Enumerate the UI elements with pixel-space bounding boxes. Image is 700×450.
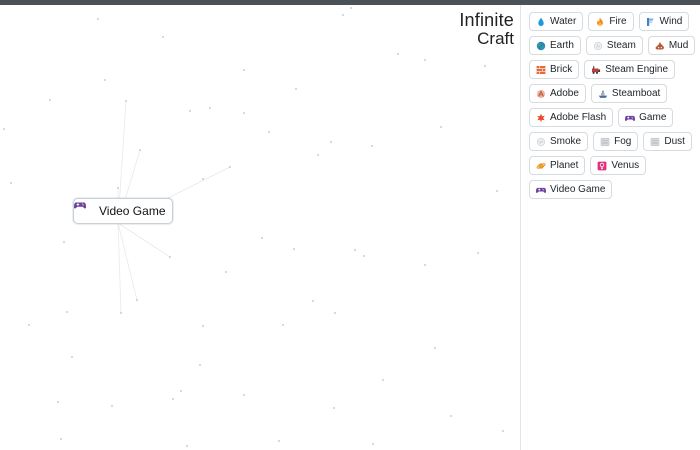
item-steamboat[interactable]: Steamboat xyxy=(590,84,668,103)
mud-icon xyxy=(655,41,665,51)
steamboat-icon xyxy=(598,89,608,99)
adobe-icon xyxy=(536,89,546,99)
item-label: Smoke xyxy=(550,136,582,147)
smoke-icon xyxy=(536,137,546,147)
item-venus[interactable]: Venus xyxy=(590,156,647,175)
canvas-item-video-game[interactable]: Video Game xyxy=(73,198,173,224)
dust-icon xyxy=(650,137,660,147)
item-label: Dust xyxy=(664,136,685,147)
item-mud[interactable]: Mud xyxy=(647,36,696,55)
item-label: Adobe Flash xyxy=(550,112,607,123)
item-label: Adobe xyxy=(550,88,579,99)
flash-icon xyxy=(536,113,546,123)
canvas-background xyxy=(3,7,504,447)
logo-line-2: Craft xyxy=(477,29,514,48)
item-label: Video Game xyxy=(550,184,606,195)
item-smoke[interactable]: Smoke xyxy=(529,132,589,151)
connection-line xyxy=(117,222,138,301)
item-brick[interactable]: Brick xyxy=(529,60,580,79)
item-label: Steam xyxy=(606,40,636,51)
connection-line xyxy=(117,222,122,314)
item-steam[interactable]: Steam xyxy=(585,36,643,55)
connection-line xyxy=(117,222,171,258)
venus-icon xyxy=(597,161,607,171)
planet-icon xyxy=(536,161,546,171)
gamepad-icon xyxy=(625,113,636,123)
canvas-dots xyxy=(3,7,504,447)
item-label: Venus xyxy=(611,160,640,171)
item-label: Wind xyxy=(659,16,683,27)
steam-icon xyxy=(593,41,603,51)
fog-icon xyxy=(600,137,610,147)
item-label: Planet xyxy=(550,160,579,171)
item-fog[interactable]: Fog xyxy=(593,132,639,151)
app-logo: Infinite Craft xyxy=(459,11,514,47)
item-label: Mud xyxy=(668,40,689,51)
item-earth[interactable]: Earth xyxy=(529,36,581,55)
crafting-canvas[interactable]: Infinite Craft Video Game xyxy=(0,5,520,450)
brick-icon xyxy=(536,65,546,75)
gamepad-icon xyxy=(536,185,546,195)
item-wind[interactable]: Wind xyxy=(638,12,690,31)
wind-icon xyxy=(646,17,656,27)
item-label: Fire xyxy=(609,16,627,27)
item-label: Earth xyxy=(550,40,574,51)
items-list: Water Fire Wind Earth Steam Mud Brick St… xyxy=(529,12,700,199)
fire-icon xyxy=(595,17,605,27)
item-water[interactable]: Water xyxy=(529,12,584,31)
item-label: Fog xyxy=(614,136,632,147)
item-label: Brick xyxy=(550,64,573,75)
steam-engine-icon xyxy=(591,65,601,75)
item-adobe[interactable]: Adobe xyxy=(529,84,586,103)
item-dust[interactable]: Dust xyxy=(643,132,692,151)
item-label: Game xyxy=(639,112,667,123)
item-label: Steam Engine xyxy=(605,64,669,75)
logo-line-1: Infinite xyxy=(459,10,514,30)
item-label: Water xyxy=(550,16,577,27)
item-label: Steamboat xyxy=(611,88,661,99)
gamepad-icon xyxy=(74,202,93,217)
water-drop-icon xyxy=(536,17,546,27)
globe-icon xyxy=(536,41,546,51)
item-video-game[interactable]: Video Game xyxy=(529,180,613,199)
item-steam-engine[interactable]: Steam Engine xyxy=(584,60,676,79)
item-planet[interactable]: Planet xyxy=(529,156,586,175)
canvas-item-label: Video Game xyxy=(99,204,166,218)
item-adobe-flash[interactable]: Adobe Flash xyxy=(529,108,614,127)
item-game[interactable]: Game xyxy=(618,108,674,127)
items-sidebar[interactable]: Water Fire Wind Earth Steam Mud Brick St… xyxy=(520,5,700,450)
item-fire[interactable]: Fire xyxy=(588,12,634,31)
